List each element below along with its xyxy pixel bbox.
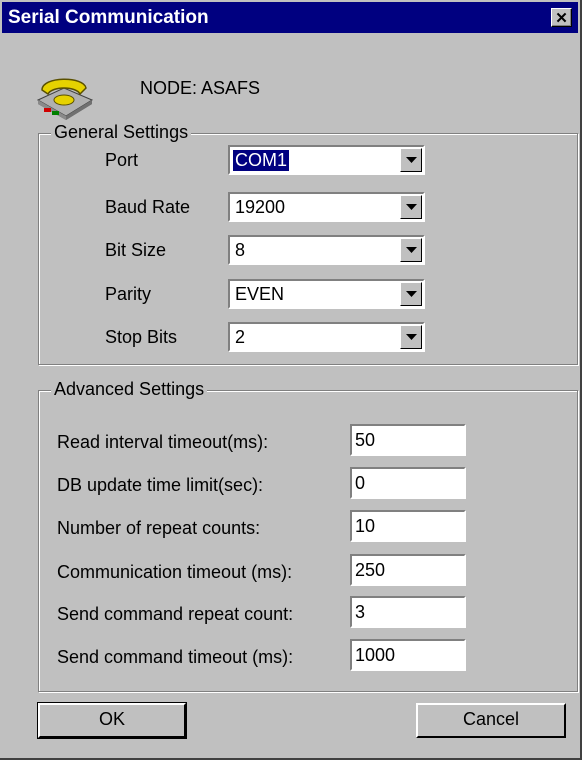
stop-bits-select[interactable]: 2 bbox=[228, 322, 425, 352]
repeat-counts-label: Number of repeat counts: bbox=[57, 518, 261, 538]
db-update-label: DB update time limit(sec): bbox=[57, 475, 264, 495]
baud-rate-value: 19200 bbox=[235, 197, 286, 217]
send-repeat-label: Send command repeat count: bbox=[57, 604, 294, 624]
db-update-value: 0 bbox=[355, 473, 366, 493]
parity-value: EVEN bbox=[235, 284, 285, 304]
close-icon[interactable]: ✕ bbox=[551, 8, 572, 27]
bit-size-value: 8 bbox=[235, 240, 246, 260]
chevron-down-icon[interactable] bbox=[400, 282, 422, 306]
baud-rate-label: Baud Rate bbox=[105, 197, 191, 217]
comm-timeout-label: Communication timeout (ms): bbox=[57, 562, 293, 582]
comm-timeout-field[interactable]: 250 bbox=[350, 554, 466, 586]
title-bar[interactable]: Serial Communication ✕ bbox=[2, 2, 578, 33]
port-label: Port bbox=[105, 150, 139, 170]
chevron-down-icon[interactable] bbox=[400, 148, 422, 172]
repeat-counts-value: 10 bbox=[355, 516, 376, 536]
baud-rate-select[interactable]: 19200 bbox=[228, 192, 425, 222]
general-settings-legend: General Settings bbox=[51, 122, 192, 143]
send-repeat-value: 3 bbox=[355, 602, 366, 622]
port-value: COM1 bbox=[233, 150, 290, 171]
send-repeat-field[interactable]: 3 bbox=[350, 596, 466, 628]
bit-size-label: Bit Size bbox=[105, 240, 167, 260]
serial-communication-dialog: Serial Communication ✕ NODE: ASAFS Gener… bbox=[0, 0, 582, 760]
read-interval-value: 50 bbox=[355, 430, 376, 450]
stop-bits-label: Stop Bits bbox=[105, 327, 178, 347]
bit-size-select[interactable]: 8 bbox=[228, 235, 425, 265]
stop-bits-value: 2 bbox=[235, 327, 246, 347]
node-label: NODE: ASAFS bbox=[140, 78, 261, 98]
window-title: Serial Communication bbox=[8, 7, 209, 28]
chevron-down-icon[interactable] bbox=[400, 325, 422, 349]
read-interval-label: Read interval timeout(ms): bbox=[57, 432, 269, 452]
chevron-down-icon[interactable] bbox=[400, 195, 422, 219]
chevron-down-icon[interactable] bbox=[400, 238, 422, 262]
send-timeout-value: 1000 bbox=[355, 645, 396, 665]
repeat-counts-field[interactable]: 10 bbox=[350, 510, 466, 542]
read-interval-field[interactable]: 50 bbox=[350, 424, 466, 456]
parity-select[interactable]: EVEN bbox=[228, 279, 425, 309]
send-timeout-label: Send command timeout (ms): bbox=[57, 647, 294, 667]
telephone-icon bbox=[36, 78, 94, 120]
send-timeout-field[interactable]: 1000 bbox=[350, 639, 466, 671]
parity-label: Parity bbox=[105, 284, 152, 304]
ok-button[interactable]: OK bbox=[37, 702, 187, 739]
cancel-button[interactable]: Cancel bbox=[416, 703, 566, 738]
advanced-settings-legend: Advanced Settings bbox=[51, 379, 208, 400]
comm-timeout-value: 250 bbox=[355, 560, 386, 580]
db-update-field[interactable]: 0 bbox=[350, 467, 466, 499]
port-select[interactable]: COM1 bbox=[228, 145, 425, 175]
